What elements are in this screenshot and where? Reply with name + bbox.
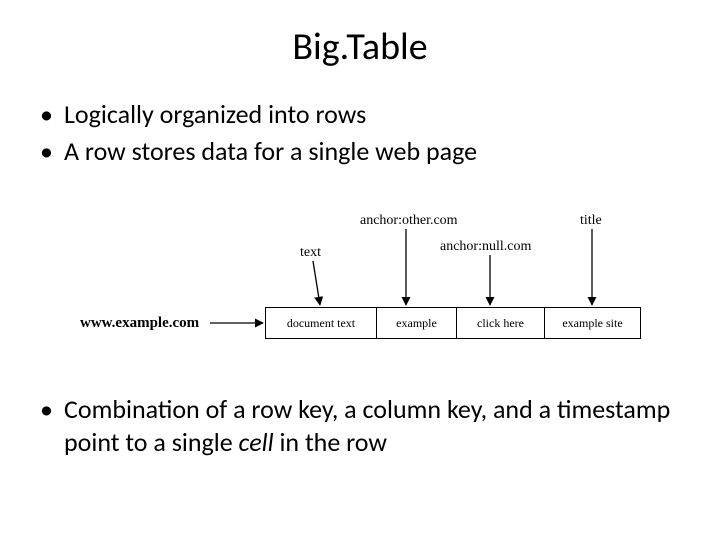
bigtable-row-diagram: text anchor:other.com anchor:null.com ti… [80, 197, 640, 367]
bullet-text-em: cell [239, 426, 274, 458]
bullet-text-suffix: in the row [274, 426, 387, 458]
bullet-list-top: Logically organized into rows A row stor… [40, 98, 680, 167]
arrows [80, 197, 640, 367]
slide-title: Big.Table [40, 24, 680, 70]
slide: Big.Table Logically organized into rows … [0, 0, 720, 540]
bullet-item: Combination of a row key, a column key, … [40, 393, 680, 458]
bullet-item: A row stores data for a single web page [40, 135, 680, 168]
bullet-item: Logically organized into rows [40, 98, 680, 131]
bullet-list-bottom: Combination of a row key, a column key, … [40, 393, 680, 458]
